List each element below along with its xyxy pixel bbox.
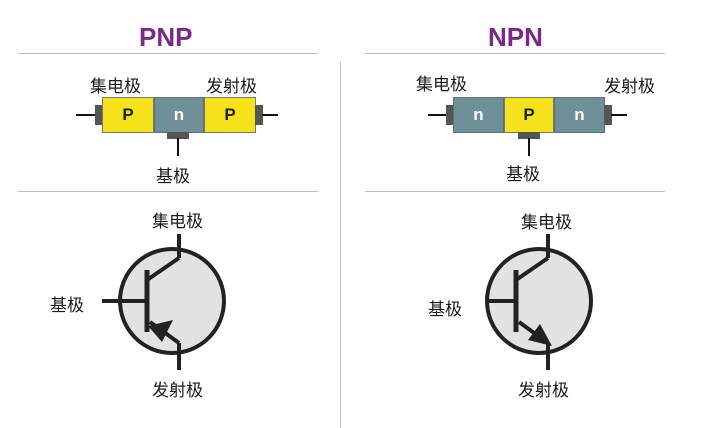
pnp-base-lead bbox=[177, 138, 179, 156]
npn-segment-p: P bbox=[504, 97, 554, 133]
npn-transistor-symbol bbox=[485, 234, 593, 370]
npn-emitter-label: 发射极 bbox=[604, 77, 655, 97]
pnp-segment-p2: P bbox=[204, 97, 256, 133]
pnp-transistor-symbol bbox=[102, 234, 226, 370]
pnp-symbol-emitter-label: 发射极 bbox=[152, 381, 203, 401]
pnp-section-divider bbox=[18, 191, 318, 192]
npn-base-label: 基极 bbox=[506, 165, 540, 185]
pnp-segment-n: n bbox=[154, 97, 204, 133]
npn-symbol-base-label: 基极 bbox=[428, 300, 462, 320]
npn-base-lead bbox=[528, 138, 530, 156]
npn-left-lead bbox=[428, 114, 448, 116]
pnp-title: PNP bbox=[139, 22, 193, 52]
pnp-title-divider bbox=[18, 53, 318, 54]
pnp-collector-label: 集电极 bbox=[90, 77, 141, 97]
npn-symbol-emitter-label: 发射极 bbox=[518, 381, 569, 401]
pnp-base-label: 基极 bbox=[156, 167, 190, 187]
pnp-right-lead bbox=[262, 114, 278, 116]
npn-right-lead bbox=[611, 114, 627, 116]
npn-segment-n1: n bbox=[453, 97, 504, 133]
pnp-emitter-label: 发射极 bbox=[206, 77, 257, 97]
npn-section-divider bbox=[365, 191, 665, 192]
npn-segment-n2: n bbox=[554, 97, 605, 133]
column-separator bbox=[340, 62, 341, 428]
pnp-left-lead bbox=[76, 114, 96, 116]
pnp-segment-p1: P bbox=[102, 97, 154, 133]
pnp-symbol-base-label: 基极 bbox=[50, 296, 84, 316]
npn-title: NPN bbox=[488, 22, 543, 52]
npn-collector-label: 集电极 bbox=[416, 75, 467, 95]
npn-title-divider bbox=[365, 53, 665, 54]
